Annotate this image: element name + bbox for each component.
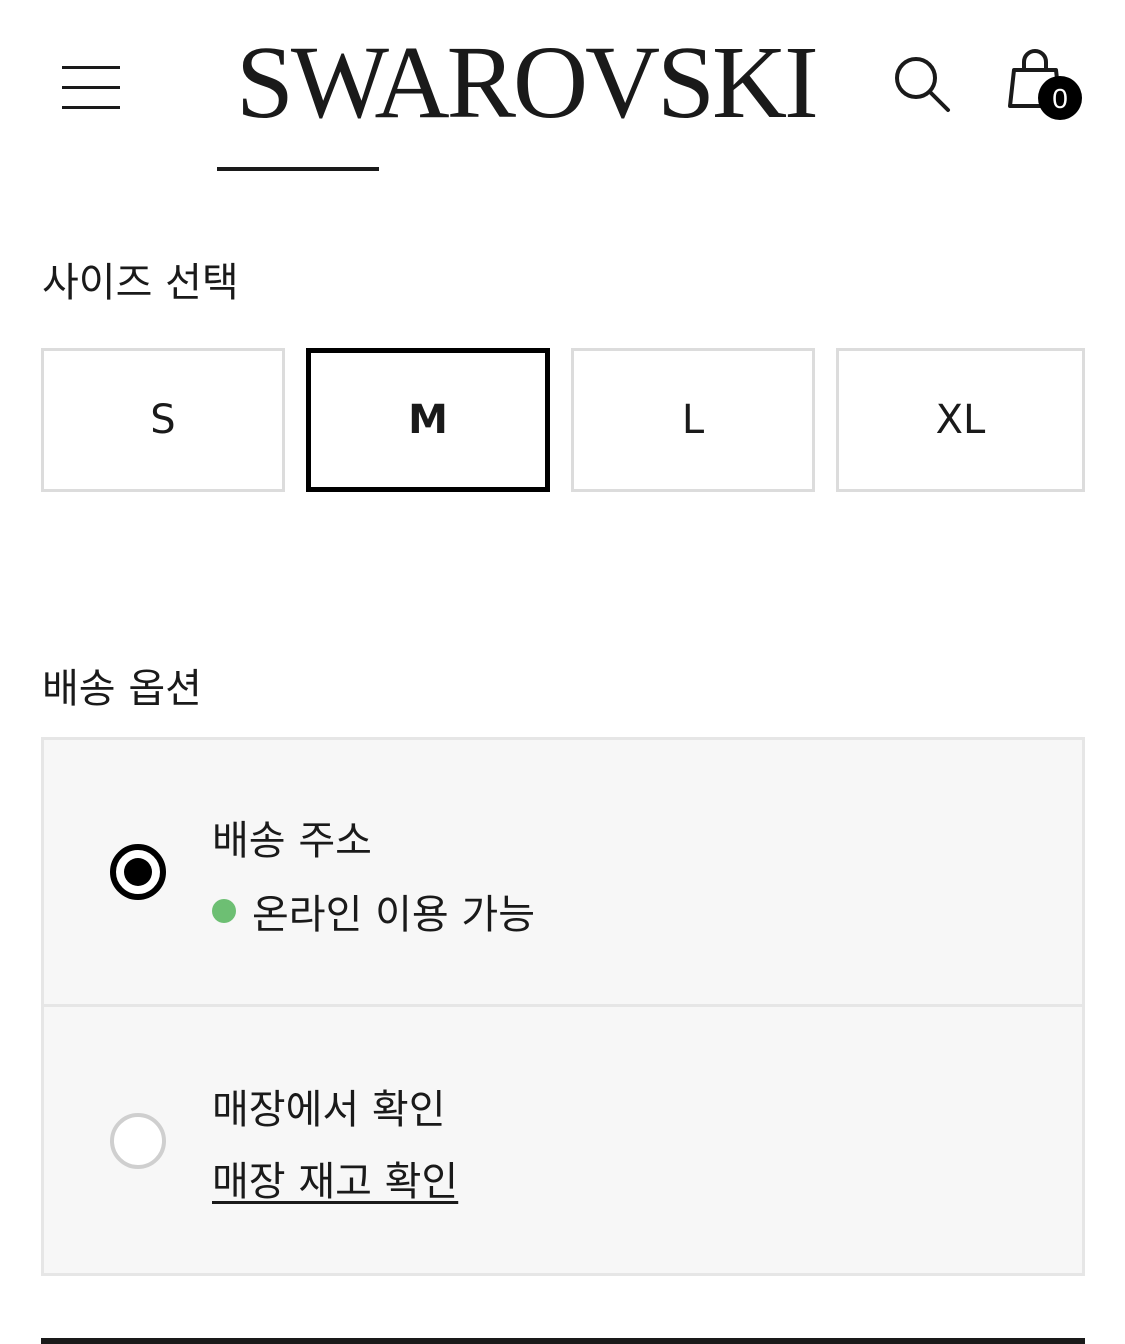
size-option-s[interactable]: S <box>41 348 285 492</box>
store-option-label: 매장에서 확인 <box>212 1087 446 1133</box>
size-section-title: 사이즈 선택 <box>42 260 239 306</box>
brand-logo[interactable]: SWAROVSKI <box>236 28 836 138</box>
availability-status: 온라인 이용 가능 <box>212 882 535 940</box>
active-tab-indicator <box>217 167 379 171</box>
site-header: SWAROVSKI 0 <box>0 0 1125 180</box>
cart-count-badge[interactable]: 0 <box>1038 76 1082 120</box>
bottom-divider <box>41 1338 1085 1344</box>
size-option-xl[interactable]: XL <box>836 348 1085 492</box>
hamburger-menu-icon[interactable] <box>62 66 120 110</box>
size-option-m[interactable]: M <box>306 348 550 492</box>
delivery-section-title: 배송 옵션 <box>42 666 202 712</box>
delivery-option-ship-to-address[interactable]: 배송 주소 온라인 이용 가능 <box>41 737 1085 1007</box>
availability-text: 온라인 이용 가능 <box>252 892 536 938</box>
check-store-stock-link[interactable]: 매장 재고 확인 <box>212 1149 458 1207</box>
size-option-l[interactable]: L <box>571 348 815 492</box>
radio-selected[interactable] <box>110 844 166 900</box>
search-icon[interactable] <box>890 52 954 116</box>
availability-dot-icon <box>212 899 236 923</box>
radio-unselected[interactable] <box>110 1113 166 1169</box>
delivery-option-label: 배송 주소 <box>212 818 372 864</box>
delivery-option-check-in-store[interactable]: 매장에서 확인 매장 재고 확인 <box>41 1004 1085 1276</box>
